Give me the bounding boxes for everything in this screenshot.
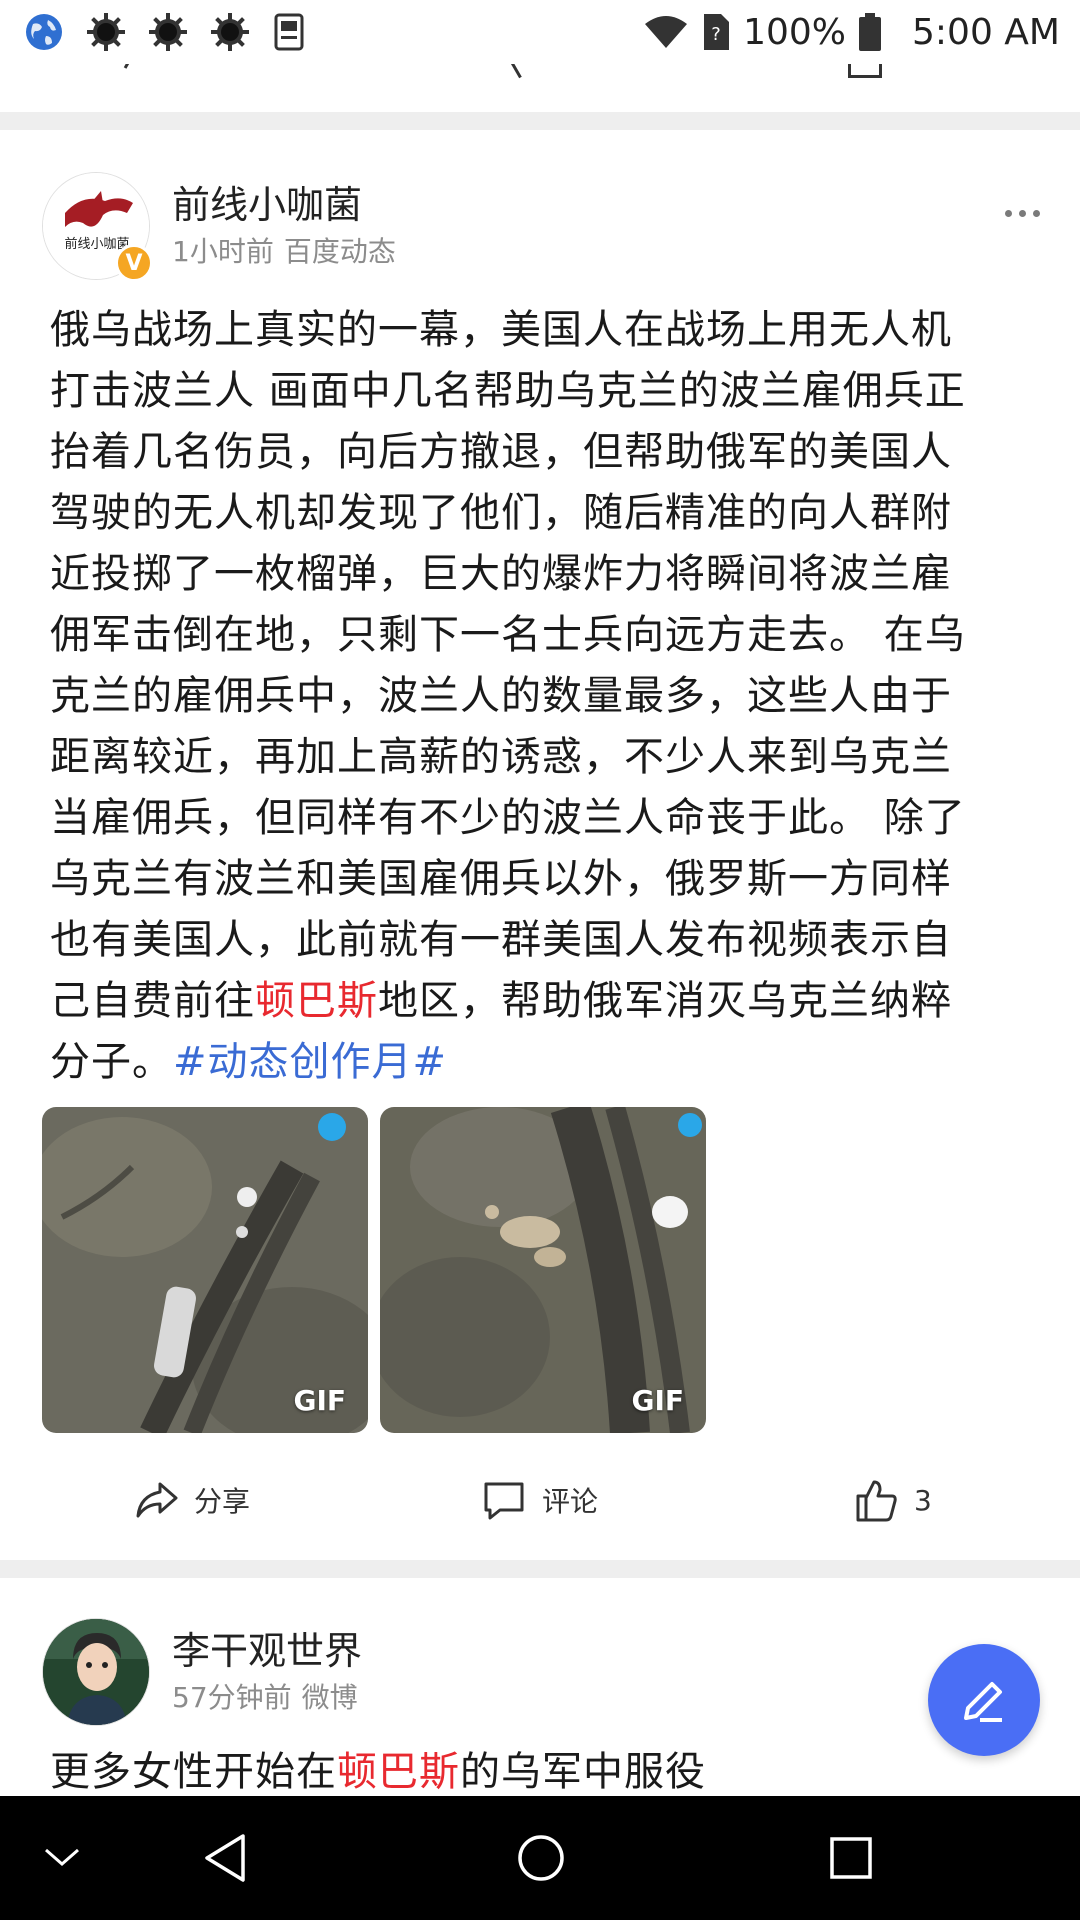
like-icon xyxy=(856,1480,897,1522)
post-line: 更多女性开始在顿巴斯的乌军中服役 xyxy=(50,1742,1020,1803)
status-bar-left xyxy=(24,12,306,52)
post-body[interactable]: 俄乌战场上真实的一幕，美国人在战场上用无人机 打击波兰人 画面中几名帮助乌克兰的… xyxy=(50,300,1020,1093)
gear-icon xyxy=(211,13,249,51)
gif-label: GIF xyxy=(293,1384,346,1417)
post-header: 李干观世界 57分钟前 微博 xyxy=(0,1618,1080,1738)
gif-thumbnail[interactable]: GIF xyxy=(42,1107,368,1433)
post-line: 近投掷了一枚榴弹，巨大的爆炸力将瞬间将波兰雇 xyxy=(50,551,952,597)
topic-link[interactable]: 顿巴斯 xyxy=(255,978,378,1024)
post-meta: 1小时前 百度动态 xyxy=(172,230,396,270)
avatar[interactable] xyxy=(42,1618,150,1726)
gif-thumbnail[interactable]: GIF xyxy=(380,1107,706,1433)
post-text-segment: 地区，帮助俄军消灭乌克兰纳粹 xyxy=(378,978,952,1024)
post-meta: 57分钟前 微博 xyxy=(172,1676,358,1716)
post-header: 前线小咖菌 V 前线小咖菌 1小时前 百度动态 xyxy=(0,172,1080,292)
gear-icon xyxy=(87,13,125,51)
navigation-bar xyxy=(0,1796,1080,1920)
post-time: 1小时前 xyxy=(172,235,274,268)
globe-icon xyxy=(26,14,62,50)
post-time: 57分钟前 xyxy=(172,1681,292,1714)
like-count: 3 xyxy=(914,1483,932,1517)
nav-back-icon[interactable] xyxy=(190,1796,260,1920)
share-label: 分享 xyxy=(194,1485,251,1518)
topic-link[interactable]: 顿巴斯 xyxy=(337,1749,460,1795)
comment-button[interactable]: 评论 xyxy=(480,1476,598,1524)
status-bar: ? 100% 5:00 AM xyxy=(0,0,1080,64)
author-name[interactable]: 前线小咖菌 xyxy=(172,174,362,229)
wifi-icon xyxy=(645,16,688,48)
hashtag-link[interactable]: #动态创作月# xyxy=(173,1039,447,1085)
verified-badge: V xyxy=(115,244,153,282)
battery-icon xyxy=(859,13,882,51)
nav-chevron-down-icon[interactable] xyxy=(30,1796,94,1920)
nav-home-icon[interactable] xyxy=(506,1796,576,1920)
clock: 5:00 AM xyxy=(912,11,1060,53)
pencil-icon xyxy=(964,1682,1002,1722)
post-line: 乌克兰有波兰和美国雇佣兵以外，俄罗斯一方同样 xyxy=(50,856,952,902)
more-icon[interactable] xyxy=(1005,210,1040,217)
gif-label: GIF xyxy=(631,1384,684,1417)
status-bar-right: ? 100% 5:00 AM xyxy=(643,12,1060,53)
post-line: 打击波兰人 画面中几名帮助乌克兰的波兰雇佣兵正 xyxy=(50,368,966,414)
share-button[interactable]: 分享 xyxy=(132,1476,250,1524)
battery-percent: 100% xyxy=(743,11,847,53)
post-line: 克兰的雇佣兵中，波兰人的数量最多，这些人由于 xyxy=(50,673,952,719)
feed-divider xyxy=(0,112,1080,130)
feed-post[interactable]: 李干观世界 57分钟前 微博 更多女性开始在顿巴斯的乌军中服役 xyxy=(0,1618,1080,1798)
comment-icon xyxy=(484,1482,524,1520)
notes-icon xyxy=(274,13,304,51)
post-line: 抬着几名伤员，向后方撤退，但帮助俄军的美国人 xyxy=(50,429,952,475)
compose-button[interactable] xyxy=(928,1644,1040,1756)
feed-post[interactable]: 前线小咖菌 V 前线小咖菌 1小时前 百度动态 俄乌战场上真实的一幕，美国人在战… xyxy=(0,172,1080,1560)
screen: ? 100% 5:00 AM 前线小咖菌 V 前线小咖菌 1小时前 百度动态 俄… xyxy=(0,0,1080,1920)
post-line: 也有美国人，此前就有一群美国人发布视频表示自 xyxy=(50,917,952,963)
gear-icon xyxy=(149,13,187,51)
post-source: 微博 xyxy=(301,1681,358,1714)
sim-icon: ? xyxy=(704,14,730,50)
post-source: 百度动态 xyxy=(283,235,396,268)
post-text-segment: 己自费前往 xyxy=(50,978,255,1024)
post-line: 驾驶的无人机却发现了他们，随后精准的向人群附 xyxy=(50,490,952,536)
post-line: 当雇佣兵，但同样有不少的波兰人命丧于此。 除了 xyxy=(50,795,966,841)
previous-post-remnant xyxy=(0,64,1080,112)
post-actions: 分享 评论 3 xyxy=(0,1462,1080,1542)
post-text-segment: 更多女性开始在 xyxy=(50,1749,337,1795)
like-button[interactable]: 3 xyxy=(852,1476,932,1524)
svg-text:?: ? xyxy=(711,24,721,45)
comment-label: 评论 xyxy=(542,1485,599,1518)
author-name[interactable]: 李干观世界 xyxy=(172,1620,362,1675)
post-line: 佣军击倒在地，只剩下一名士兵向远方走去。 在乌 xyxy=(50,612,966,658)
post-line: 俄乌战场上真实的一幕，美国人在战场上用无人机 xyxy=(50,307,952,353)
post-line: 距离较近，再加上高薪的诱惑，不少人来到乌克兰 xyxy=(50,734,952,780)
post-line: 分子。#动态创作月# xyxy=(50,1032,1020,1093)
post-body[interactable]: 更多女性开始在顿巴斯的乌军中服役 xyxy=(50,1742,1020,1803)
post-media: GIF GIF xyxy=(42,1107,706,1433)
share-icon xyxy=(136,1482,178,1518)
feed-divider xyxy=(0,1560,1080,1578)
nav-recents-icon[interactable] xyxy=(816,1796,886,1920)
post-text-segment: 的乌军中服役 xyxy=(460,1749,706,1795)
post-line: 己自费前往顿巴斯地区，帮助俄军消灭乌克兰纳粹 xyxy=(50,971,1020,1032)
post-text-segment: 分子。 xyxy=(50,1039,173,1085)
